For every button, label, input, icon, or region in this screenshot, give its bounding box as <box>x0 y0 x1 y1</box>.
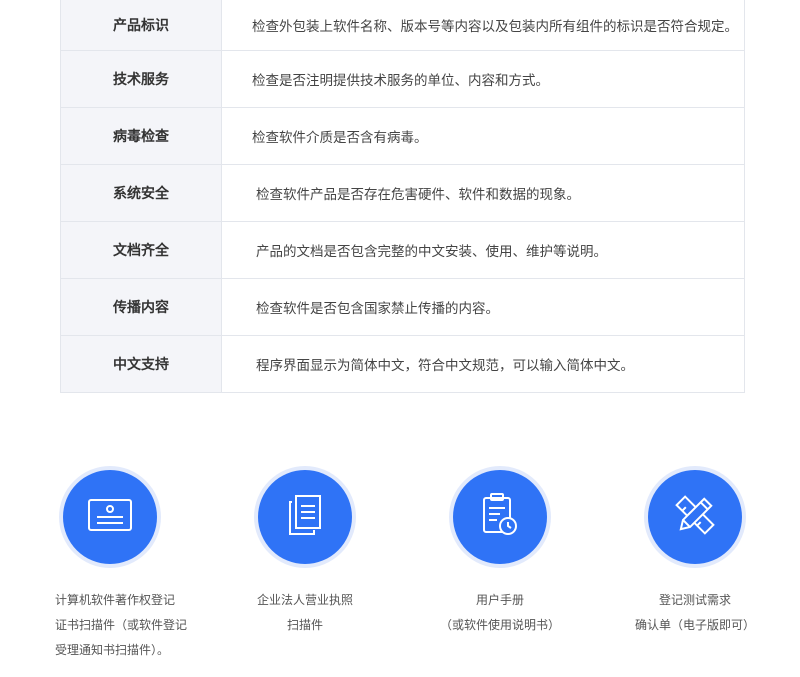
row-label: 系统安全 <box>61 165 222 221</box>
table-row: 系统安全 检查软件产品是否存在危害硬件、软件和数据的现象。 <box>61 164 744 221</box>
clipboard-clock-icon <box>480 492 520 542</box>
row-description: 检查外包装上软件名称、版本号等内容以及包装内所有组件的标识是否符合规定。 <box>252 19 738 35</box>
material-caption: 计算机软件著作权登记 证书扫描件（或软件登记 受理通知书扫描件）。 <box>55 593 188 657</box>
material-caption: 用户手册 （或软件使用说明书） <box>439 593 560 632</box>
row-description: 程序界面显示为简体中文，符合中文规范，可以输入简体中文。 <box>256 358 634 374</box>
material-caption: 企业法人营业执照 扫描件 <box>256 593 353 632</box>
material-item: 计算机软件著作权登记 证书扫描件（或软件登记 受理通知书扫描件）。 <box>15 468 205 663</box>
document-copy-icon <box>288 494 322 540</box>
table-row: 病毒检查 检查软件介质是否含有病毒。 <box>61 107 744 164</box>
material-icon-circle <box>63 470 157 564</box>
row-label: 文档齐全 <box>61 222 222 278</box>
table-row: 中文支持 程序界面显示为简体中文，符合中文规范，可以输入简体中文。 <box>61 335 744 392</box>
certificate-card-icon <box>87 498 133 536</box>
row-label: 中文支持 <box>61 336 222 392</box>
material-icon-circle <box>648 470 742 564</box>
row-description: 检查软件产品是否存在危害硬件、软件和数据的现象。 <box>256 187 580 203</box>
row-description: 检查是否注明提供技术服务的单位、内容和方式。 <box>252 73 549 89</box>
row-label: 传播内容 <box>61 279 222 335</box>
table-row: 产品标识 检查外包装上软件名称、版本号等内容以及包装内所有组件的标识是否符合规定… <box>61 0 744 50</box>
material-item: 用户手册 （或软件使用说明书） <box>405 468 595 638</box>
table-row: 文档齐全 产品的文档是否包含完整的中文安装、使用、维护等说明。 <box>61 221 744 278</box>
pencil-ruler-icon <box>673 493 717 541</box>
material-item: 登记测试需求 确认单（电子版即可） <box>600 468 790 638</box>
row-label: 技术服务 <box>61 51 222 107</box>
row-label: 产品标识 <box>61 0 222 50</box>
inspection-table: 产品标识 检查外包装上软件名称、版本号等内容以及包装内所有组件的标识是否符合规定… <box>60 0 745 393</box>
material-item: 企业法人营业执照 扫描件 <box>210 468 400 638</box>
row-description: 产品的文档是否包含完整的中文安装、使用、维护等说明。 <box>256 244 607 260</box>
row-description: 检查软件是否包含国家禁止传播的内容。 <box>256 301 499 317</box>
row-label: 病毒检查 <box>61 108 222 164</box>
material-icon-circle <box>453 470 547 564</box>
table-row: 技术服务 检查是否注明提供技术服务的单位、内容和方式。 <box>61 50 744 107</box>
table-row: 传播内容 检查软件是否包含国家禁止传播的内容。 <box>61 278 744 335</box>
row-description: 检查软件介质是否含有病毒。 <box>252 130 428 146</box>
required-materials: 计算机软件著作权登记 证书扫描件（或软件登记 受理通知书扫描件）。 企业法人营业… <box>0 468 800 677</box>
material-icon-circle <box>258 470 352 564</box>
material-caption: 登记测试需求 确认单（电子版即可） <box>634 593 755 632</box>
